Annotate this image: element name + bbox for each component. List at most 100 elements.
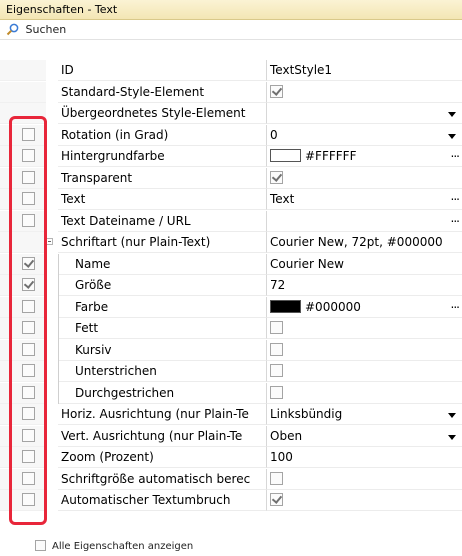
value-text: #000000 — [305, 299, 361, 314]
row-selector-cell — [0, 253, 46, 275]
include-checkbox[interactable] — [22, 471, 35, 485]
include-checkbox[interactable] — [22, 364, 35, 377]
value-checkbox[interactable] — [270, 321, 283, 334]
property-name: Größe — [58, 275, 267, 296]
tree-connector — [58, 253, 59, 404]
property-row[interactable]: Horiz. Ausrichtung (nur Plain-Te Linksbün… — [0, 404, 462, 425]
value-checkbox[interactable] — [270, 342, 283, 356]
property-row[interactable]: Hintergrundfarbe #FFFFFF... — [0, 146, 462, 167]
value-checkbox[interactable] — [270, 84, 283, 98]
property-row[interactable]: Name Courier New — [0, 253, 462, 275]
include-checkbox[interactable] — [22, 428, 35, 442]
color-swatch[interactable] — [270, 299, 301, 313]
property-name: Text — [58, 189, 267, 210]
property-row[interactable]: Fett — [0, 318, 462, 339]
include-checkbox[interactable] — [22, 278, 35, 291]
property-value[interactable] — [267, 361, 462, 382]
property-value[interactable] — [267, 82, 462, 103]
search-bar[interactable]: Suchen — [0, 20, 462, 40]
property-row[interactable]: Farbe #000000... — [0, 296, 462, 318]
property-name: Fett — [58, 318, 267, 339]
include-checkbox[interactable] — [22, 127, 35, 141]
include-checkbox[interactable] — [22, 299, 35, 313]
property-value[interactable] — [267, 490, 462, 511]
show-all-option[interactable]: Alle Eigenschaften anzeigen — [35, 540, 193, 554]
value-checkbox[interactable] — [270, 493, 283, 506]
chevron-down-icon[interactable] — [448, 112, 456, 117]
row-selector-cell — [0, 189, 46, 210]
property-value[interactable]: Text... — [267, 189, 462, 210]
property-row[interactable]: Transparent — [0, 167, 462, 189]
property-row[interactable]: Text Dateiname / URL... — [0, 210, 462, 232]
include-checkbox[interactable] — [22, 256, 35, 270]
property-name: Schriftgröße automatisch berec — [58, 468, 267, 490]
property-row[interactable]: Unterstrichen — [0, 361, 462, 382]
include-checkbox[interactable] — [22, 450, 35, 463]
collapse-icon[interactable] — [46, 238, 53, 245]
property-value[interactable]: Courier New — [267, 254, 462, 275]
ellipsis-icon[interactable]: ... — [451, 189, 461, 206]
property-row[interactable]: Größe 72 — [0, 275, 462, 296]
chevron-down-icon[interactable] — [448, 434, 456, 440]
property-row[interactable]: Text Text... — [0, 189, 462, 210]
include-checkbox[interactable] — [22, 192, 35, 205]
value-checkbox[interactable] — [270, 364, 283, 377]
ellipsis-icon[interactable]: ... — [451, 297, 461, 314]
include-checkbox[interactable] — [22, 321, 35, 334]
property-value[interactable]: TextStyle1 — [267, 60, 462, 81]
row-selector-cell — [0, 382, 46, 404]
property-row[interactable]: ID TextStyle1 — [0, 60, 462, 81]
include-checkbox[interactable] — [22, 170, 35, 184]
property-value[interactable] — [267, 383, 462, 404]
property-name: Text Dateiname / URL — [58, 210, 267, 232]
property-row[interactable]: Standard-Style-Element — [0, 81, 462, 103]
property-value[interactable] — [267, 340, 462, 361]
include-checkbox[interactable] — [22, 407, 35, 420]
property-value[interactable]: Oben — [267, 426, 462, 447]
color-swatch[interactable] — [270, 149, 301, 162]
chevron-down-icon[interactable] — [448, 133, 456, 139]
value-checkbox[interactable] — [270, 385, 283, 399]
row-selector-cell — [0, 490, 46, 511]
include-checkbox[interactable] — [22, 493, 35, 506]
include-checkbox[interactable] — [22, 342, 35, 356]
ellipsis-icon[interactable]: ... — [451, 211, 461, 228]
property-value[interactable]: Linksbündig — [267, 404, 462, 425]
row-selector-cell — [0, 447, 46, 468]
property-row[interactable]: Schriftart (nur Plain-Text) Courier New, … — [0, 232, 462, 253]
property-value[interactable] — [267, 469, 462, 490]
include-checkbox[interactable] — [22, 213, 35, 227]
value-checkbox[interactable] — [270, 471, 283, 485]
property-value[interactable]: 100 — [267, 447, 462, 468]
property-value[interactable]: #FFFFFF... — [267, 146, 462, 167]
property-row[interactable]: Durchgestrichen — [0, 382, 462, 404]
property-row[interactable]: Vert. Ausrichtung (nur Plain-Te Oben — [0, 425, 462, 447]
property-value[interactable]: Courier New, 72pt, #000000 — [267, 232, 462, 253]
chevron-down-icon[interactable] — [448, 413, 456, 418]
property-name: Transparent — [58, 167, 267, 189]
property-value[interactable] — [267, 318, 462, 339]
show-all-checkbox[interactable] — [35, 540, 46, 551]
property-value[interactable] — [267, 168, 462, 189]
property-value[interactable]: ... — [267, 211, 462, 232]
property-value[interactable] — [267, 103, 462, 124]
property-row[interactable]: Kursiv — [0, 339, 462, 361]
property-row[interactable]: Übergeordnetes Style-Element — [0, 103, 462, 124]
row-selector-cell — [0, 146, 46, 167]
ellipsis-icon[interactable]: ... — [451, 146, 461, 163]
property-value[interactable]: #000000... — [267, 297, 462, 318]
include-checkbox[interactable] — [22, 385, 35, 399]
property-value[interactable]: 0 — [267, 125, 462, 146]
property-row[interactable]: Zoom (Prozent) 100 — [0, 447, 462, 468]
property-row[interactable]: Schriftgröße automatisch berec — [0, 468, 462, 490]
row-selector-cell — [0, 167, 46, 189]
property-value[interactable]: 72 — [267, 275, 462, 296]
include-checkbox[interactable] — [22, 149, 35, 162]
property-row[interactable]: Rotation (in Grad) 0 — [0, 124, 462, 146]
panel-title: Eigenschaften - Text — [0, 0, 462, 20]
value-text: Courier New, 72pt, #000000 — [270, 235, 443, 249]
row-selector-cell — [0, 275, 46, 296]
row-selector-cell — [0, 361, 46, 382]
property-row[interactable]: Automatischer Textumbruch — [0, 490, 462, 511]
value-checkbox[interactable] — [270, 170, 283, 184]
